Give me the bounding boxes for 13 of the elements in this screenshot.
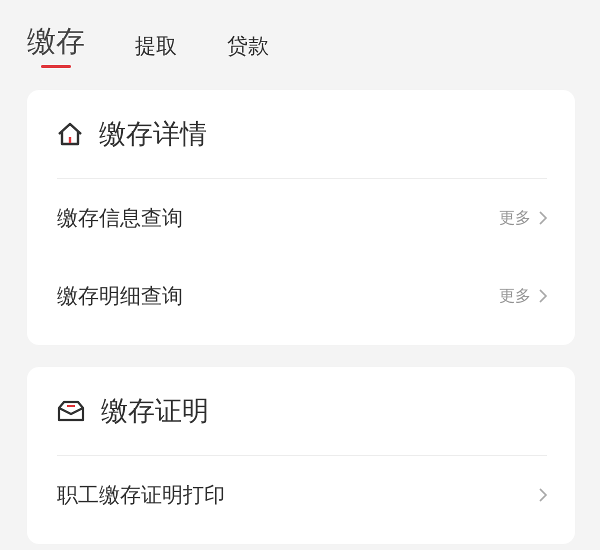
envelope-icon bbox=[57, 400, 85, 422]
chevron-right-icon[interactable] bbox=[539, 488, 547, 502]
tab[interactable]: 缴存 bbox=[27, 22, 85, 68]
section-title: 缴存详情 bbox=[99, 118, 207, 152]
menu-item[interactable]: 职工缴存证明打印 bbox=[57, 481, 539, 509]
tab[interactable]: 贷款 bbox=[227, 32, 269, 68]
chevron-right-icon[interactable] bbox=[539, 289, 547, 303]
chevron-right-icon[interactable] bbox=[539, 211, 547, 225]
menu-item[interactable]: 缴存明细查询 bbox=[57, 282, 499, 310]
house-icon bbox=[57, 122, 83, 146]
menu-item[interactable]: 缴存信息查询 bbox=[57, 204, 499, 232]
tab[interactable]: 提取 bbox=[135, 32, 177, 68]
section-title: 缴存证明 bbox=[101, 395, 209, 429]
